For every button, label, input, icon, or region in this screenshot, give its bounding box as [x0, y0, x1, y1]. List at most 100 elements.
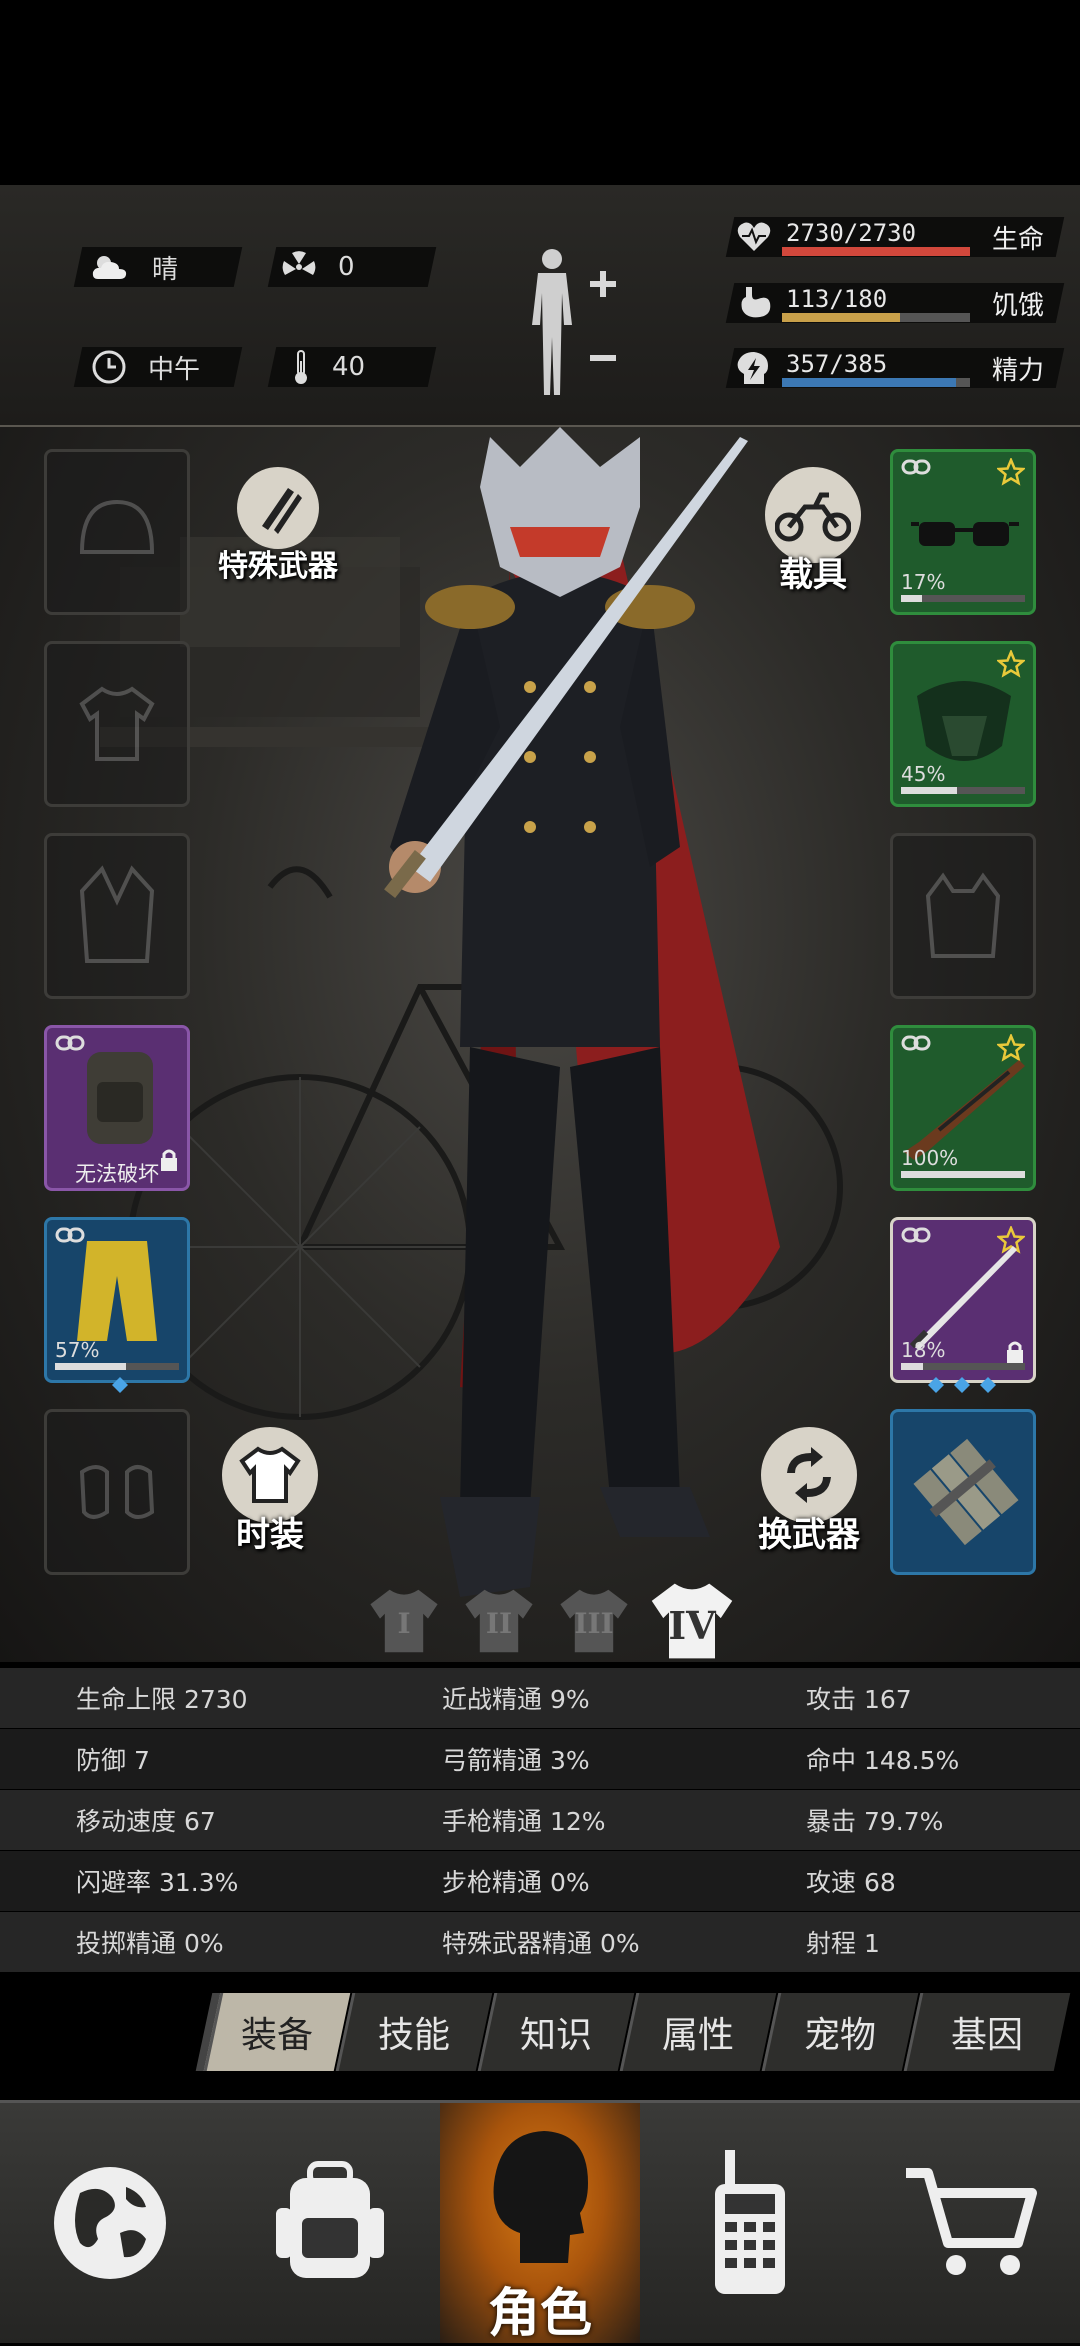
link-icon	[901, 459, 931, 475]
tab-0[interactable]: 装备	[203, 1993, 351, 2071]
fashion-button[interactable]: 时装	[222, 1427, 318, 1556]
cloud-sun-icon	[92, 256, 127, 279]
vital-0-bar-fill	[782, 247, 970, 256]
nav-backpack[interactable]	[220, 2103, 440, 2343]
shoes-icon	[79, 1465, 155, 1519]
rifle-durability: 100%	[901, 1146, 959, 1170]
shoes-slot[interactable]	[44, 1409, 190, 1575]
tab-5[interactable]: 基因	[903, 1993, 1071, 2071]
vital-0-value: 2730/2730	[786, 219, 917, 247]
stats-row: 投掷精通 0% 特殊武器精通 0% 射程 1	[0, 1912, 1080, 1972]
stats-row: 防御 7 弓箭精通 3% 命中 148.5%	[0, 1729, 1080, 1789]
clock-icon	[92, 350, 126, 384]
outfit-tier-1[interactable]: I	[365, 1585, 443, 1661]
glasses-durability-bar	[901, 595, 923, 602]
backpack-icon	[276, 2161, 384, 2278]
nav-shop[interactable]	[860, 2103, 1080, 2343]
stat-cell: 防御 7	[76, 1746, 150, 1775]
sword-durability-bar	[901, 1363, 924, 1370]
special-weapon-button[interactable]: 特殊武器	[218, 467, 338, 585]
tab-1[interactable]: 技能	[335, 1993, 493, 2071]
stomach-icon	[741, 287, 771, 318]
character-stage: 无法破坏 57% 17% 45% 100% 18% 特殊武器 载具 时装 换武器…	[0, 427, 1080, 1662]
gem-icon	[112, 1377, 128, 1393]
melee-weapon-slot[interactable]: 18%	[890, 1217, 1036, 1383]
mask-durability-bar	[901, 787, 957, 794]
backpack-slot[interactable]: 无法破坏	[44, 1025, 190, 1191]
nav-radio[interactable]	[640, 2103, 860, 2343]
nav-character[interactable]: 角色	[440, 2103, 640, 2344]
temperature-value: 40	[332, 352, 366, 382]
stat-cell: 射程 1	[806, 1929, 880, 1958]
stat-cell: 手枪精通 12%	[442, 1807, 606, 1836]
stat-cell: 投掷精通 0%	[76, 1929, 224, 1958]
tab-label: 宠物	[803, 2015, 876, 2056]
status-header: 晴 0 中午 40 2730/2730 生命 113/180 饥饿 357/38…	[0, 185, 1080, 427]
stat-cell: 暴击 79.7%	[806, 1807, 944, 1836]
tshirt-icon	[239, 1446, 301, 1503]
rifle-slot[interactable]: 100%	[890, 1025, 1036, 1191]
bottom-navigation: 角色	[0, 2100, 1080, 2344]
armor-slot[interactable]	[890, 833, 1036, 999]
stat-cell: 攻击 167	[806, 1685, 912, 1714]
tab-label: 知识	[519, 2015, 592, 2056]
outfit-tier-3[interactable]: III	[555, 1585, 633, 1661]
stats-row: 移动速度 67 手枪精通 12% 暴击 79.7%	[0, 1790, 1080, 1850]
coat-slot[interactable]	[44, 833, 190, 999]
glasses-slot[interactable]: 17%	[890, 449, 1036, 615]
switch-weapon-button[interactable]: 换武器	[758, 1427, 860, 1556]
vital-2-bar	[782, 378, 970, 387]
time-text: 中午	[148, 354, 201, 385]
stat-cell: 闪避率 31.3%	[76, 1868, 239, 1897]
shopping-cart-icon	[906, 2168, 1037, 2275]
pants-icon	[77, 1241, 157, 1341]
mask-slot[interactable]: 45%	[890, 641, 1036, 807]
gems-icon	[928, 1377, 996, 1393]
tab-label: 属性	[661, 2015, 734, 2056]
throwable-slot[interactable]	[890, 1409, 1036, 1575]
tab-label: 装备	[240, 2015, 313, 2056]
mask-durability: 45%	[901, 762, 946, 786]
helmet-slot[interactable]	[44, 449, 190, 615]
vital-0-bar	[782, 247, 970, 256]
vehicle-button[interactable]: 载具	[765, 467, 861, 596]
tab-2[interactable]: 知识	[477, 1993, 635, 2071]
tab-label: 基因	[950, 2015, 1023, 2056]
coat-icon	[79, 865, 155, 963]
pants-slot[interactable]: 57%	[44, 1217, 190, 1383]
dynamite-icon	[913, 1438, 1019, 1546]
backpack-status-label: 无法破坏	[75, 1162, 159, 1186]
vital-2-bar-fill	[782, 378, 957, 387]
outfit-tier-2[interactable]: II	[460, 1585, 538, 1661]
vital-1-bar	[782, 313, 970, 322]
radiation-value: 0	[338, 252, 355, 282]
stat-cell: 命中 148.5%	[806, 1746, 960, 1775]
pants-durability: 57%	[55, 1338, 100, 1362]
stats-row: 生命上限 2730 近战精通 9% 攻击 167	[0, 1668, 1080, 1728]
stat-cell: 近战精通 9%	[442, 1685, 590, 1714]
outfit-tier-4[interactable]: IV	[646, 1577, 738, 1662]
stats-row: 闪避率 31.3% 步枪精通 0% 攻速 68	[0, 1851, 1080, 1911]
thermometer-icon	[295, 350, 307, 384]
tier-label: III	[574, 1607, 614, 1640]
helmet-icon	[79, 499, 155, 554]
stat-cell: 攻速 68	[806, 1868, 896, 1897]
tab-4[interactable]: 宠物	[761, 1993, 919, 2071]
vital-1-value: 113/180	[786, 285, 888, 313]
shirt-slot[interactable]	[44, 641, 190, 807]
vital-1-bar-fill	[782, 313, 901, 322]
human-body-icon	[532, 249, 616, 395]
globe-icon	[54, 2167, 166, 2279]
body-status-button[interactable]	[520, 245, 630, 409]
sunglasses-icon	[911, 522, 1019, 546]
nav-world-map[interactable]	[0, 2103, 220, 2343]
heart-pulse-icon	[737, 222, 771, 251]
tshirt-icon	[79, 686, 155, 761]
pants-durability-bar	[55, 1363, 126, 1370]
sword-durability: 18%	[901, 1338, 946, 1362]
tier-label: IV	[668, 1603, 716, 1648]
lock-icon	[161, 1149, 177, 1171]
tab-3[interactable]: 属性	[619, 1993, 777, 2071]
head-silhouette-icon	[493, 2131, 588, 2263]
stat-cell: 移动速度 67	[76, 1807, 216, 1836]
